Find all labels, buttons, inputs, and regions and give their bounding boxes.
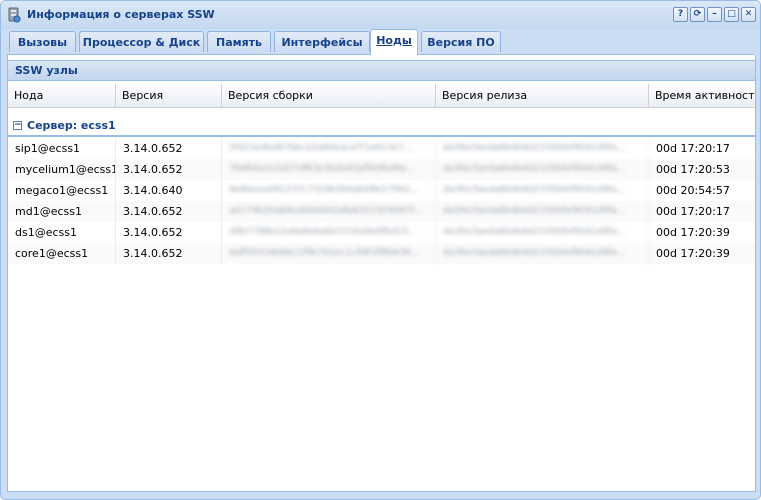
uptime-cell: 00d 17:20:17: [656, 205, 730, 218]
server-group-label: Сервер: ecss1: [27, 119, 116, 132]
version-cell: 3.14.0.652: [116, 222, 222, 243]
node-cell: md1@ecss1: [8, 201, 116, 222]
release-version-cell: da3fecfaeda6b4b4d2335bfef9041d9fa...: [436, 201, 649, 222]
build-version-cell: d9b7788b12a6a8e6a6e7216d4e9fbd15...: [222, 222, 436, 243]
column-header-build-version[interactable]: Версия сборки: [222, 84, 436, 107]
window-title: Информация о серверах SSW: [27, 8, 215, 21]
tab-label: Интерфейсы: [281, 36, 363, 49]
build-version-cell: 5fd15e4bd87bbc22a8ebacef71e613e7...: [222, 138, 436, 159]
panel-header: SSW узлы: [8, 60, 755, 81]
tab-label: Процессор & Диск: [82, 36, 201, 49]
grid-header: Нода Версия Версия сборки Версия релиза …: [8, 84, 755, 108]
panel-title: SSW узлы: [15, 64, 78, 77]
version-cell: 3.14.0.652: [116, 201, 222, 222]
node-cell: sip1@ecss1: [8, 138, 116, 159]
close-icon[interactable]: ✕: [741, 7, 756, 22]
tab-label: Память: [215, 36, 262, 49]
release-version-cell: da3fecfaeda6b4b4d2335bfef9041d9fa...: [436, 222, 649, 243]
column-header-node[interactable]: Нода: [8, 84, 116, 107]
node-cell: core1@ecss1: [8, 243, 116, 264]
tab-nodes[interactable]: Ноды: [370, 29, 418, 55]
refresh-icon[interactable]: ⟳: [690, 7, 705, 22]
version-cell: 3.14.0.652: [116, 243, 222, 264]
build-version-cell: 9e8beea091237c7329b5b6ab08e27962...: [222, 180, 436, 201]
build-version-cell: daff59334b6bc1f9b761ec1c59f1ff8b636...: [222, 243, 436, 264]
tab-label: Версия ПО: [427, 36, 495, 49]
table-row[interactable]: ds1@ecss1 3.14.0.652 d9b7788b12a6a8e6a6e…: [8, 222, 755, 243]
release-version-cell: da3fecfaeda6b4b4d2335bfef9041d9fa...: [436, 138, 649, 159]
node-cell: mycelium1@ecss1: [8, 159, 116, 180]
tab-label: Ноды: [376, 34, 412, 47]
tab-software-version[interactable]: Версия ПО: [421, 31, 501, 52]
node-cell: megaco1@ecss1: [8, 180, 116, 201]
build-version-cell: a0174b2ba84eab0d442a8a6351929d97f...: [222, 201, 436, 222]
column-header-release-version[interactable]: Версия релиза: [436, 84, 649, 107]
minimize-icon[interactable]: –: [707, 7, 722, 22]
window-titlebar[interactable]: Информация о серверах SSW ? ⟳ – □ ✕: [1, 1, 760, 29]
server-group-header[interactable]: − Сервер: ecss1: [8, 117, 755, 137]
release-version-cell: da3fecfaeda6b4b4d2335bfef9041d9fa...: [436, 180, 649, 201]
table-row[interactable]: mycelium1@ecss1 3.14.0.652 7fe8bfa312d27…: [8, 159, 755, 180]
tab-interfaces[interactable]: Интерфейсы: [274, 31, 370, 52]
table-row[interactable]: megaco1@ecss1 3.14.0.640 9e8beea091237c7…: [8, 180, 755, 201]
node-cell: ds1@ecss1: [8, 222, 116, 243]
maximize-icon[interactable]: □: [724, 7, 739, 22]
column-header-version[interactable]: Версия: [116, 84, 222, 107]
uptime-cell: 00d 17:20:53: [656, 163, 730, 176]
table-row[interactable]: sip1@ecss1 3.14.0.652 5fd15e4bd87bbc22a8…: [8, 138, 755, 159]
ssw-info-window: Информация о серверах SSW ? ⟳ – □ ✕ Вызо…: [0, 0, 761, 500]
help-icon[interactable]: ?: [673, 7, 688, 22]
tab-calls[interactable]: Вызовы: [9, 31, 76, 52]
server-app-icon: [8, 7, 21, 23]
tab-memory[interactable]: Память: [207, 31, 271, 52]
table-row[interactable]: core1@ecss1 3.14.0.652 daff59334b6bc1f9b…: [8, 243, 755, 264]
uptime-cell: 00d 17:20:39: [656, 226, 730, 239]
nodes-panel: SSW узлы Нода Версия Версия сборки Верси…: [7, 55, 756, 492]
table-row[interactable]: md1@ecss1 3.14.0.652 a0174b2ba84eab0d442…: [8, 201, 755, 222]
tab-cpu-disk[interactable]: Процессор & Диск: [79, 31, 204, 52]
version-cell: 3.14.0.652: [116, 138, 222, 159]
uptime-cell: 00d 17:20:39: [656, 247, 730, 260]
version-cell: 3.14.0.640: [116, 180, 222, 201]
build-version-cell: 7fe8bfa312d27df63e3b2b83af958bd9e...: [222, 159, 436, 180]
release-version-cell: da3fecfaeda6b4b4d2335bfef9041d9fa...: [436, 243, 649, 264]
release-version-cell: da3fecfaeda6b4b4d2335bfef9041d9fa...: [436, 159, 649, 180]
collapse-icon[interactable]: −: [13, 121, 22, 130]
window-tools: ? ⟳ – □ ✕: [673, 7, 756, 22]
version-cell: 3.14.0.652: [116, 159, 222, 180]
tab-label: Вызовы: [17, 36, 68, 49]
uptime-cell: 00d 20:54:57: [656, 184, 730, 197]
column-header-uptime[interactable]: Время активности: [649, 84, 755, 107]
tab-strip: Вызовы Процессор & Диск Память Интерфейс…: [7, 29, 754, 55]
uptime-cell: 00d 17:20:17: [656, 142, 730, 155]
